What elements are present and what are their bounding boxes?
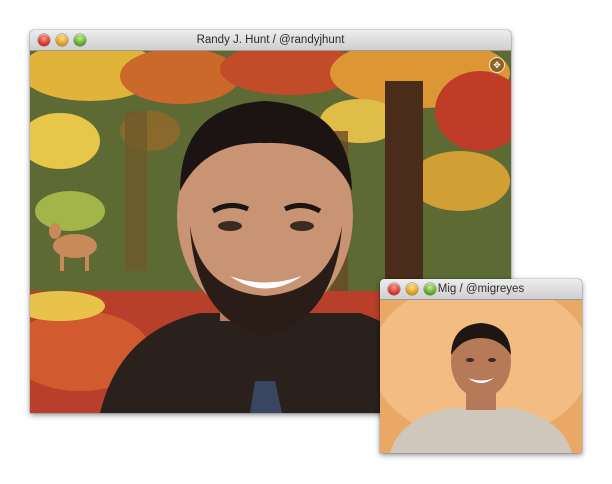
window-title: Randy J. Hunt / @randyjhunt xyxy=(196,34,345,46)
fullscreen-arrows-icon[interactable]: ✥ xyxy=(489,57,505,73)
window-title: Mig / @migreyes xyxy=(437,283,525,295)
video-frame-mig xyxy=(380,300,582,453)
video-chat-window-mig[interactable]: Mig / @migreyes xyxy=(380,279,582,453)
titlebar[interactable]: Mig / @migreyes xyxy=(380,279,582,300)
video-feed xyxy=(380,300,582,453)
titlebar[interactable]: Randy J. Hunt / @randyjhunt xyxy=(30,30,511,51)
